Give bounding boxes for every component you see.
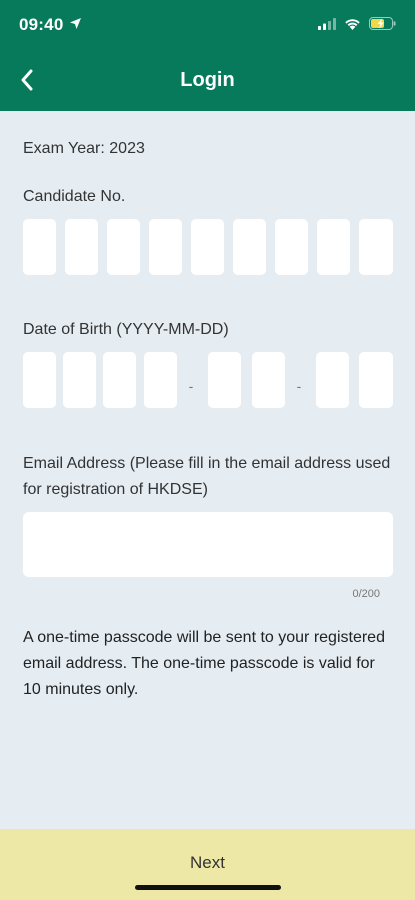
cellular-signal-icon	[318, 17, 336, 35]
candidate-digit-4[interactable]	[149, 219, 182, 275]
dob-year-digit-3[interactable]	[103, 352, 136, 408]
dob-day-digit-2[interactable]	[359, 352, 393, 408]
candidate-no-label: Candidate No.	[23, 188, 126, 205]
otp-notice: A one-time passcode will be sent to your…	[23, 629, 385, 698]
dob-separator-2: -	[296, 378, 302, 394]
status-time: 09:40	[19, 15, 82, 35]
candidate-digit-8[interactable]	[317, 219, 350, 275]
candidate-digit-1[interactable]	[23, 219, 56, 275]
candidate-digit-2[interactable]	[65, 219, 98, 275]
wifi-icon	[344, 17, 361, 35]
status-time-text: 09:40	[19, 15, 64, 34]
candidate-digit-5[interactable]	[191, 219, 224, 275]
dob-day-digit-1[interactable]	[316, 352, 349, 408]
dob-month-digit-1[interactable]	[208, 352, 241, 408]
status-icons	[318, 17, 396, 35]
battery-charging-icon	[369, 17, 396, 35]
dob-year-digit-2[interactable]	[63, 352, 96, 408]
app-header: 09:40 Login	[0, 0, 415, 111]
dob-separator-1: -	[188, 378, 194, 394]
email-field[interactable]	[23, 512, 393, 577]
email-label: Email Address (Please fill in the email …	[23, 455, 391, 498]
dob-month-digit-2[interactable]	[252, 352, 285, 408]
candidate-digit-6[interactable]	[233, 219, 266, 275]
dob-year-digit-4[interactable]	[144, 352, 177, 408]
dob-label: Date of Birth (YYYY-MM-DD)	[23, 321, 229, 338]
dob-year-digit-1[interactable]	[23, 352, 56, 408]
email-char-counter: 0/200	[352, 588, 380, 600]
exam-year-text: Exam Year: 2023	[23, 140, 145, 157]
candidate-digit-9[interactable]	[359, 219, 393, 275]
candidate-digit-3[interactable]	[107, 219, 140, 275]
location-arrow-icon	[69, 15, 82, 35]
home-indicator	[135, 885, 281, 890]
candidate-digit-7[interactable]	[275, 219, 308, 275]
page-title: Login	[180, 69, 235, 91]
